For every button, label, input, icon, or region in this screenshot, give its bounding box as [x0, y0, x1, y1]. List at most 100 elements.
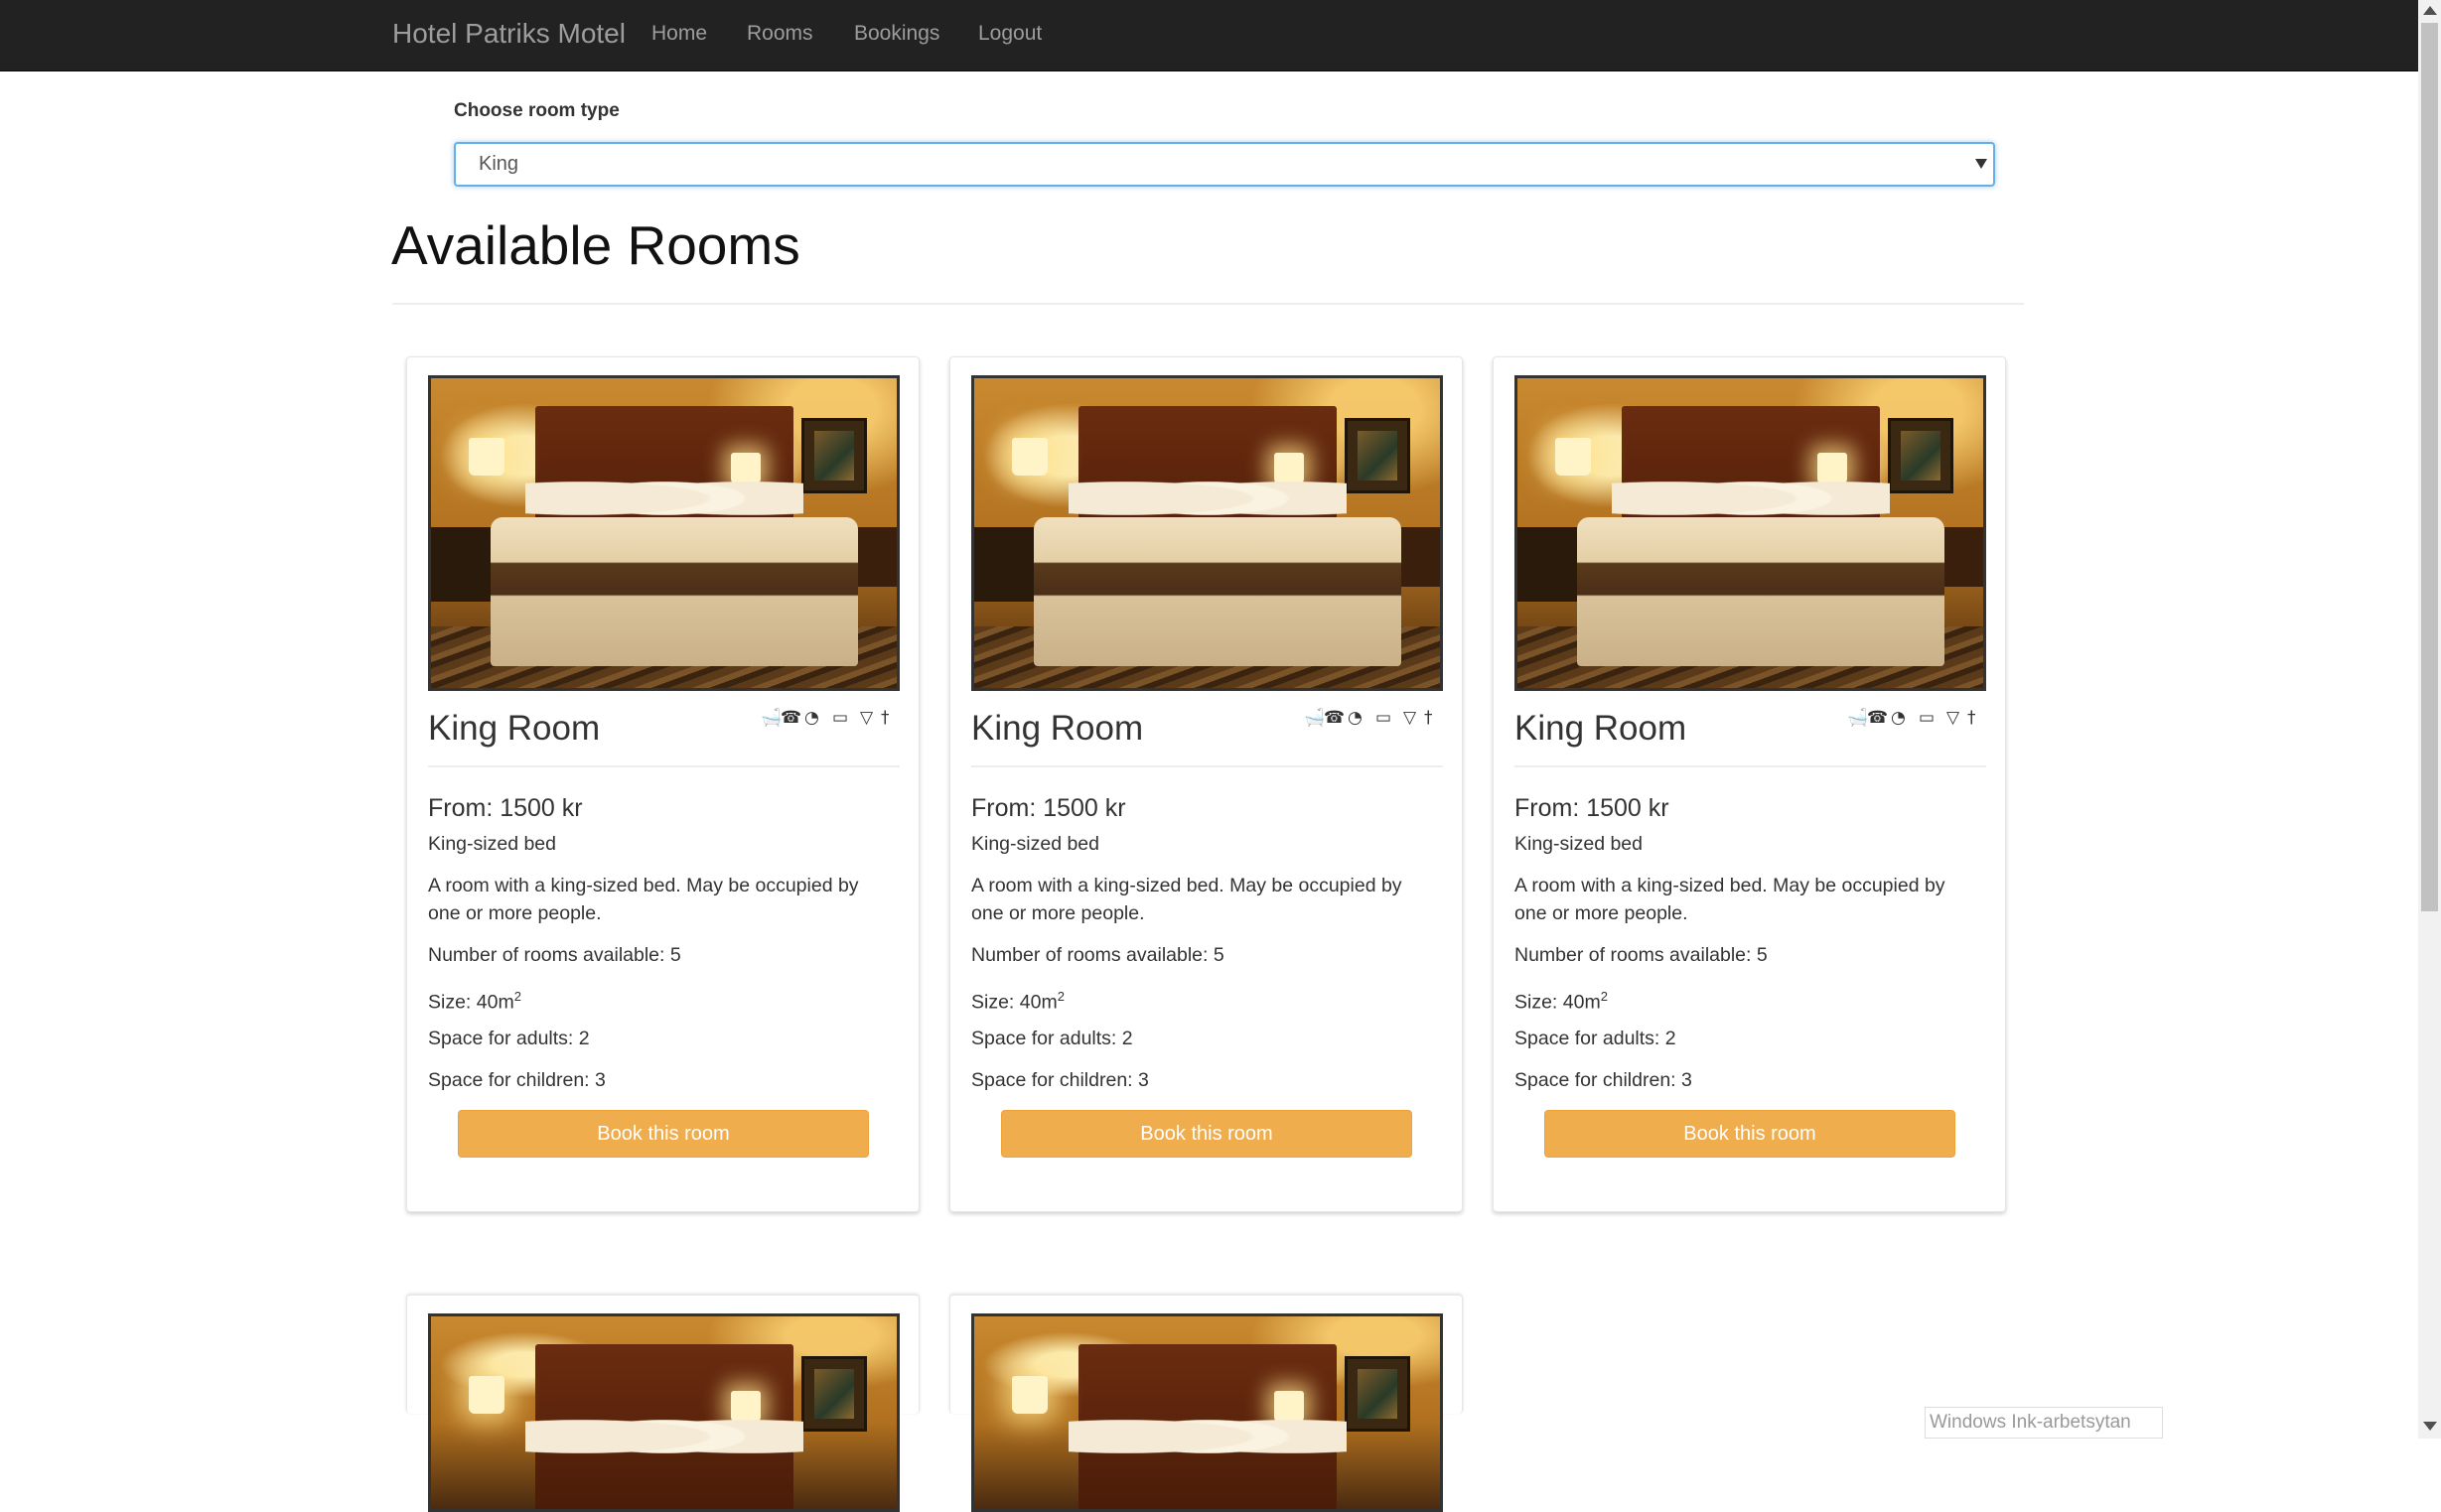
bed-type: King-sized bed — [971, 833, 1099, 855]
room-photo — [428, 1313, 900, 1512]
cocktail-icon: ▽ — [1403, 708, 1417, 728]
chevron-down-icon — [1975, 159, 1987, 169]
restaurant-icon: † — [1967, 708, 1976, 728]
top-navbar: Hotel Patriks Motel Home Rooms Bookings … — [0, 0, 2418, 71]
photo-wall-frame-inner — [1901, 431, 1940, 481]
book-room-button[interactable]: Book this room — [1544, 1110, 1955, 1158]
wifi-icon: ◔ — [804, 708, 819, 728]
room-type-selected-value: King — [479, 153, 519, 175]
photo-wall-frame-inner — [1358, 1369, 1397, 1419]
room-price: From: 1500 kr — [971, 794, 1126, 822]
room-photo — [971, 1313, 1443, 1512]
adult-capacity: Space for adults: 2 — [971, 1028, 1133, 1049]
room-size: Size: 40m2 — [971, 983, 1448, 1017]
room-name: King Room — [428, 709, 601, 748]
room-card-partial — [949, 1295, 1463, 1512]
photo-wall-frame-inner — [1358, 431, 1397, 481]
room-size-superscript: 2 — [513, 989, 521, 1004]
photo-wall-frame — [1888, 418, 1953, 493]
cocktail-icon: ▽ — [860, 708, 874, 728]
room-size-text: Size: 40m — [1514, 991, 1601, 1014]
scroll-up-arrow-icon[interactable] — [2423, 6, 2437, 15]
room-description: A room with a king-sized bed. May be occ… — [428, 875, 859, 924]
room-card-partial — [406, 1295, 920, 1512]
rooms-available: Number of rooms available: 5 — [428, 944, 681, 966]
rooms-available: Number of rooms available: 5 — [1514, 944, 1768, 966]
book-room-button[interactable]: Book this room — [1001, 1110, 1412, 1158]
room-size-text: Size: 40m — [428, 991, 514, 1014]
photo-wall-frame — [1345, 1356, 1410, 1432]
amenity-icons: 🛁 ☎ ◔ ▭ ▽ † — [1847, 707, 1988, 731]
adult-capacity: Space for adults: 2 — [1514, 1028, 1676, 1049]
photo-lamp-left — [469, 1376, 504, 1414]
adult-capacity: Space for adults: 2 — [428, 1028, 590, 1049]
restaurant-icon: † — [881, 708, 890, 728]
photo-lamp-left — [1012, 438, 1048, 476]
photo-pillows — [1069, 1408, 1347, 1465]
wifi-icon: ◔ — [1348, 708, 1363, 728]
room-size: Size: 40m2 — [428, 983, 905, 1017]
amenity-icons: 🛁 ☎ ◔ ▭ ▽ † — [761, 707, 902, 731]
page-title: Available Rooms — [391, 214, 800, 276]
bathtub-icon: 🛁 — [1847, 708, 1869, 728]
title-divider — [392, 303, 2024, 305]
photo-wall-frame — [801, 418, 867, 493]
photo-pillows — [525, 470, 803, 527]
photo-pillows — [1069, 470, 1347, 527]
photo-wall-frame — [801, 1356, 867, 1432]
amenity-icons: 🛁 ☎ ◔ ▭ ▽ † — [1304, 707, 1445, 731]
child-capacity: Space for children: 3 — [1514, 1069, 1692, 1091]
tv-icon: ▭ — [1919, 708, 1936, 728]
windows-ink-tooltip: Windows Ink-arbetsytan — [1925, 1407, 2163, 1439]
child-capacity: Space for children: 3 — [428, 1069, 606, 1091]
rooms-available: Number of rooms available: 5 — [971, 944, 1224, 966]
nav-link-rooms[interactable]: Rooms — [747, 0, 813, 68]
photo-bed — [491, 517, 858, 666]
room-size-text: Size: 40m — [971, 991, 1058, 1014]
room-type-label: Choose room type — [454, 100, 620, 121]
room-name: King Room — [1514, 709, 1687, 748]
photo-lamp-left — [1555, 438, 1591, 476]
room-card: King Room 🛁 ☎ ◔ ▭ ▽ † From: 1500 kr King-sized b… — [949, 356, 1463, 1212]
photo-bed — [1034, 517, 1401, 666]
room-price: From: 1500 kr — [1514, 794, 1669, 822]
card-divider — [971, 765, 1443, 767]
room-size: Size: 40m2 — [1514, 983, 1991, 1017]
nav-link-home[interactable]: Home — [651, 0, 707, 68]
scroll-down-arrow-icon[interactable] — [2423, 1422, 2437, 1431]
card-divider — [1514, 765, 1986, 767]
room-card: King Room 🛁 ☎ ◔ ▭ ▽ † From: 1500 kr King-sized b… — [1493, 356, 2006, 1212]
tv-icon: ▭ — [1375, 708, 1392, 728]
room-photo — [428, 375, 900, 691]
phone-icon: ☎ — [781, 708, 802, 728]
room-name: King Room — [971, 709, 1144, 748]
navbar-brand[interactable]: Hotel Patriks Motel — [392, 0, 626, 68]
room-size-superscript: 2 — [1057, 989, 1065, 1004]
card-divider — [428, 765, 900, 767]
bathtub-icon: 🛁 — [1304, 708, 1326, 728]
photo-wall-frame-inner — [814, 431, 854, 481]
room-type-select[interactable]: King — [454, 142, 1995, 187]
room-price: From: 1500 kr — [428, 794, 583, 822]
restaurant-icon: † — [1424, 708, 1433, 728]
book-room-button[interactable]: Book this room — [458, 1110, 869, 1158]
room-size-superscript: 2 — [1600, 989, 1608, 1004]
scrollbar-thumb[interactable] — [2421, 23, 2438, 911]
photo-lamp-left — [1012, 1376, 1048, 1414]
nav-link-bookings[interactable]: Bookings — [854, 0, 939, 68]
phone-icon: ☎ — [1867, 708, 1889, 728]
vertical-scrollbar[interactable] — [2418, 0, 2441, 1439]
photo-pillows — [1612, 470, 1890, 527]
photo-bed — [1577, 517, 1944, 666]
photo-wall-frame — [1345, 418, 1410, 493]
phone-icon: ☎ — [1324, 708, 1346, 728]
room-photo — [1514, 375, 1986, 691]
room-card: King Room 🛁 ☎ ◔ ▭ ▽ † From: 1500 kr King-sized b… — [406, 356, 920, 1212]
photo-lamp-left — [469, 438, 504, 476]
bed-type: King-sized bed — [1514, 833, 1643, 855]
photo-pillows — [525, 1408, 803, 1465]
child-capacity: Space for children: 3 — [971, 1069, 1149, 1091]
nav-link-logout[interactable]: Logout — [978, 0, 1042, 68]
cocktail-icon: ▽ — [1946, 708, 1960, 728]
bathtub-icon: 🛁 — [761, 708, 783, 728]
